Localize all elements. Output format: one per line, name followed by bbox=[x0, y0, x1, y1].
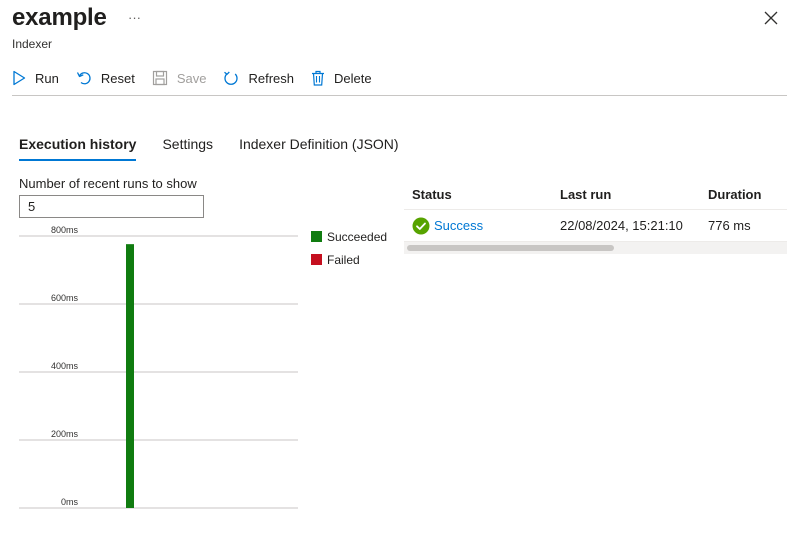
command-bar: Run Reset Save Refresh Delete bbox=[12, 66, 389, 90]
reset-icon bbox=[76, 72, 91, 85]
table-row: Success 22/08/2024, 15:21:10 776 ms bbox=[404, 210, 787, 242]
delete-label: Delete bbox=[334, 70, 372, 86]
play-icon bbox=[13, 70, 26, 86]
column-header-last-run[interactable]: Last run bbox=[552, 187, 700, 202]
save-label: Save bbox=[176, 70, 207, 86]
runs-count-label: Number of recent runs to show bbox=[19, 176, 197, 191]
legend-item-failed: Failed bbox=[311, 248, 387, 271]
close-button[interactable] bbox=[764, 11, 780, 27]
y-tick-label: 800ms bbox=[51, 225, 79, 235]
legend-item-succeeded: Succeeded bbox=[311, 225, 387, 248]
column-header-status[interactable]: Status bbox=[404, 187, 552, 202]
horizontal-scrollbar[interactable] bbox=[404, 242, 787, 254]
execution-chart: 800ms 600ms 400ms 200ms 0ms bbox=[19, 225, 298, 509]
reset-button[interactable]: Reset bbox=[76, 66, 135, 90]
bar-succeeded[interactable] bbox=[126, 244, 134, 508]
save-button[interactable]: Save bbox=[152, 66, 207, 90]
legend-swatch-succeeded bbox=[311, 231, 322, 242]
run-label: Run bbox=[35, 70, 59, 86]
page-title: example bbox=[12, 4, 107, 31]
y-tick-label: 600ms bbox=[51, 293, 79, 303]
last-run-cell: 22/08/2024, 15:21:10 bbox=[560, 218, 683, 233]
execution-history-table: Status Last run Duration Success 22/08/2… bbox=[404, 180, 787, 254]
page-subtitle: Indexer bbox=[12, 37, 53, 51]
tab-settings[interactable]: Settings bbox=[162, 136, 213, 161]
y-tick-label: 0ms bbox=[61, 497, 79, 507]
reset-label: Reset bbox=[100, 70, 135, 86]
status-link[interactable]: Success bbox=[434, 218, 483, 233]
success-check-icon bbox=[412, 217, 430, 234]
tab-execution-history[interactable]: Execution history bbox=[19, 136, 137, 161]
run-button[interactable]: Run bbox=[12, 66, 59, 90]
delete-button[interactable]: Delete bbox=[311, 66, 372, 90]
duration-cell: 776 ms bbox=[708, 218, 751, 233]
indexer-panel: example ··· Indexer Run Reset Save Refre… bbox=[0, 0, 787, 551]
trash-icon bbox=[312, 70, 324, 86]
tab-bar: Execution history Settings Indexer Defin… bbox=[19, 136, 425, 161]
legend-label-succeeded: Succeeded bbox=[327, 229, 388, 244]
tab-indexer-definition[interactable]: Indexer Definition (JSON) bbox=[239, 136, 399, 161]
save-icon bbox=[152, 70, 167, 86]
refresh-icon bbox=[224, 71, 239, 85]
chart-legend: Succeeded Failed bbox=[311, 225, 387, 271]
more-options-button[interactable]: ··· bbox=[128, 10, 141, 25]
status-cell: Success bbox=[404, 217, 552, 235]
column-header-duration[interactable]: Duration bbox=[700, 187, 787, 202]
y-tick-label: 200ms bbox=[51, 429, 79, 439]
legend-swatch-failed bbox=[311, 254, 322, 265]
y-tick-label: 400ms bbox=[51, 361, 79, 371]
runs-count-input[interactable] bbox=[19, 195, 204, 218]
refresh-button[interactable]: Refresh bbox=[223, 66, 294, 90]
legend-label-failed: Failed bbox=[327, 252, 360, 267]
refresh-label: Refresh bbox=[248, 70, 294, 86]
table-header-row: Status Last run Duration bbox=[404, 180, 787, 210]
scrollbar-thumb[interactable] bbox=[407, 245, 614, 251]
close-icon bbox=[764, 11, 778, 25]
toolbar-divider bbox=[12, 95, 787, 96]
